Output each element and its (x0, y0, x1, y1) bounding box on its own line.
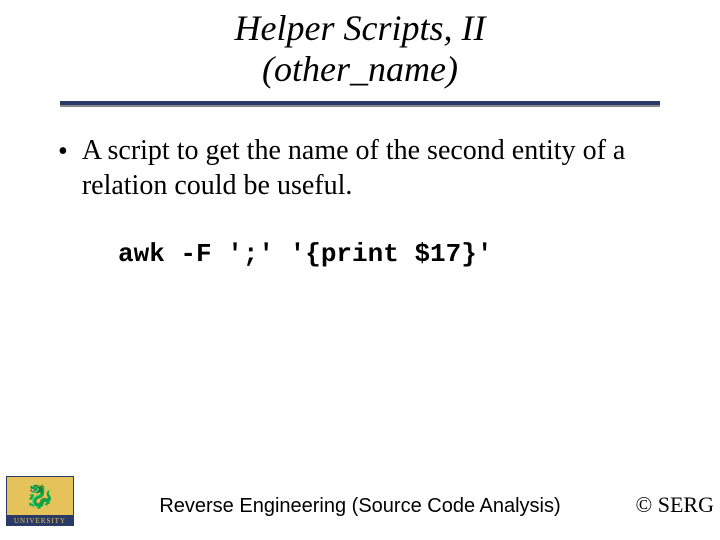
bullet-item: • A script to get the name of the second… (58, 133, 662, 203)
title-line-1: Helper Scripts, II (235, 8, 486, 48)
bullet-dot-icon: • (58, 135, 68, 169)
title-line-2: (other_name) (262, 49, 458, 89)
title-block: Helper Scripts, II (other_name) (0, 0, 720, 91)
body: • A script to get the name of the second… (0, 105, 720, 269)
bullet-text: A script to get the name of the second e… (82, 133, 662, 203)
slide-title: Helper Scripts, II (other_name) (235, 8, 486, 91)
footer-title: Reverse Engineering (Source Code Analysi… (0, 495, 720, 518)
footer: 🐉 UNIVERSITY Reverse Engineering (Source… (0, 470, 720, 526)
copyright: © SERG (636, 492, 714, 518)
code-snippet: awk -F ';' '{print $17}' (118, 239, 662, 269)
slide: Helper Scripts, II (other_name) • A scri… (0, 0, 720, 540)
